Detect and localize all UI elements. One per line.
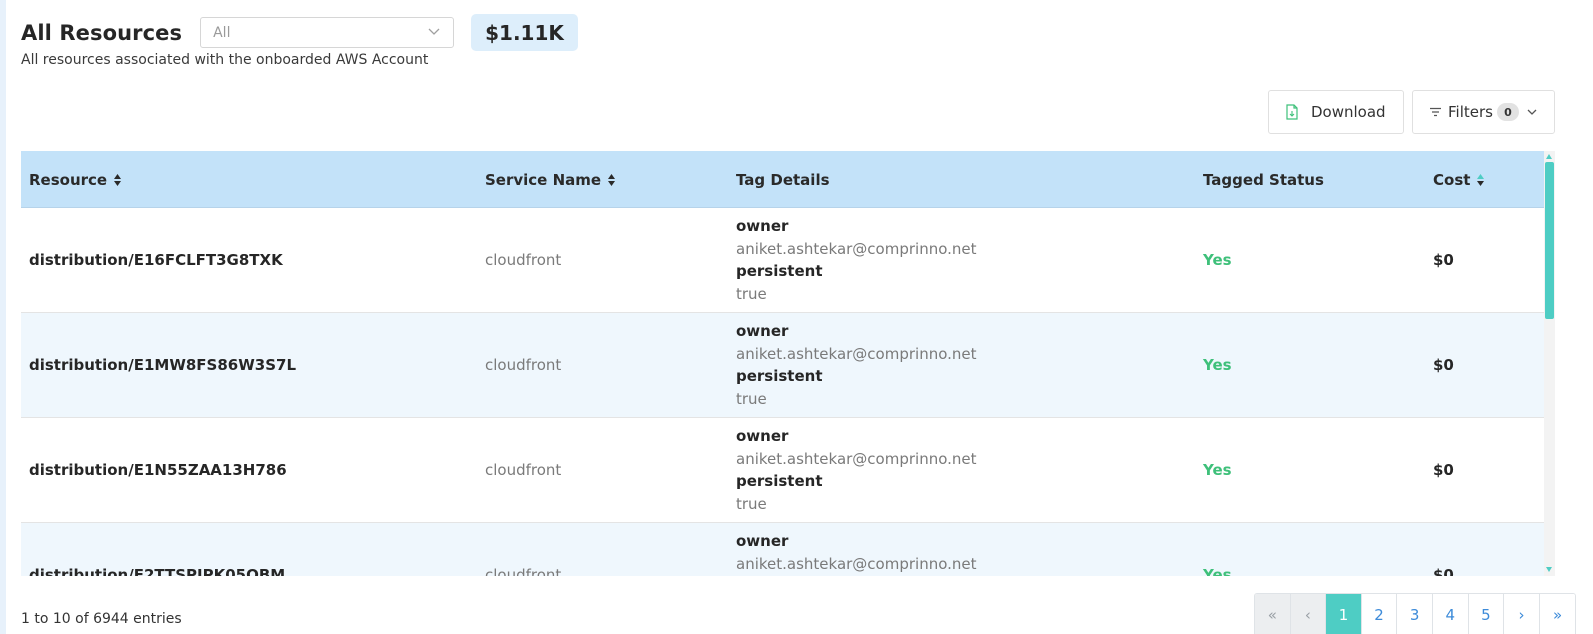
filters-label: Filters <box>1448 103 1493 121</box>
table-row[interactable]: distribution/E1N55ZAA13H786 cloudfront o… <box>21 418 1544 523</box>
page-next-button[interactable]: › <box>1504 594 1540 634</box>
column-header-service-name[interactable]: Service Name <box>485 151 616 208</box>
sort-icon[interactable] <box>607 173 616 187</box>
page-1-button[interactable]: 1 <box>1326 594 1362 634</box>
tag-key: owner <box>736 217 789 235</box>
tag-key: owner <box>736 532 789 550</box>
tag-key: persistent <box>736 262 823 280</box>
cost-cell: $0 <box>1433 251 1454 269</box>
download-button[interactable]: Download <box>1268 90 1404 134</box>
table-header: Resource Service Name Tag Details Tagged… <box>21 151 1544 208</box>
tag-key: owner <box>736 427 789 445</box>
cost-cell: $0 <box>1433 566 1454 576</box>
filter-icon <box>1429 107 1442 117</box>
tag-key: persistent <box>736 472 823 490</box>
resource-cell: distribution/E16FCLFT3G8TXK <box>29 251 283 269</box>
table-row[interactable]: distribution/E16FCLFT3G8TXK cloudfront o… <box>21 208 1544 313</box>
tag-key: persistent <box>736 367 823 385</box>
tagged-status-cell: Yes <box>1203 356 1232 374</box>
sort-icon[interactable] <box>113 173 122 187</box>
pagination: « ‹ 1 2 3 4 5 › » <box>1254 593 1577 634</box>
tag-value: aniket.ashtekar@comprinno.net <box>736 449 977 468</box>
page-prev-button[interactable]: ‹ <box>1290 594 1327 634</box>
tagged-status-cell: Yes <box>1203 566 1232 576</box>
tagged-status-cell: Yes <box>1203 461 1232 479</box>
resources-table: Resource Service Name Tag Details Tagged… <box>21 151 1555 576</box>
tag-key: owner <box>736 322 789 340</box>
entries-info: 1 to 10 of 6944 entries <box>21 611 182 627</box>
service-cell: cloudfront <box>485 251 562 269</box>
tag-value: aniket.ashtekar@comprinno.net <box>736 554 977 573</box>
tag-key: persistent <box>736 575 823 576</box>
total-cost-badge: $1.11K <box>471 14 578 51</box>
tag-value: true <box>736 494 767 513</box>
column-header-tagged-status: Tagged Status <box>1203 170 1324 189</box>
page-subtitle: All resources associated with the onboar… <box>21 52 429 68</box>
tag-details-cell: owner aniket.ashtekar@comprinno.net pers… <box>736 313 977 417</box>
service-cell: cloudfront <box>485 356 562 374</box>
scroll-down-arrow-icon[interactable] <box>1546 567 1552 572</box>
filters-count-badge: 0 <box>1496 103 1519 121</box>
column-header-cost[interactable]: Cost <box>1433 151 1485 208</box>
column-header-tag-details: Tag Details <box>736 170 830 189</box>
page-5-button[interactable]: 5 <box>1468 594 1505 634</box>
page-header: All Resources All $1.11K <box>21 14 578 51</box>
resource-filter-value: All <box>213 24 231 41</box>
left-rail <box>0 0 6 634</box>
table-row[interactable]: distribution/E2TTSPIPK05OBM cloudfront o… <box>21 523 1544 576</box>
tag-details-cell: owner aniket.ashtekar@comprinno.net pers… <box>736 418 977 522</box>
chevron-down-icon <box>1527 108 1537 116</box>
table-body: distribution/E16FCLFT3G8TXK cloudfront o… <box>21 208 1544 576</box>
chevron-down-icon <box>427 24 441 42</box>
resource-cell: distribution/E1MW8FS86W3S7L <box>29 356 297 374</box>
page-2-button[interactable]: 2 <box>1361 594 1398 634</box>
download-label: Download <box>1311 103 1386 121</box>
page-3-button[interactable]: 3 <box>1397 594 1433 634</box>
column-header-resource[interactable]: Resource <box>29 151 122 208</box>
tag-value: true <box>736 284 767 303</box>
resource-cell: distribution/E2TTSPIPK05OBM <box>29 566 286 576</box>
resource-cell: distribution/E1N55ZAA13H786 <box>29 461 287 479</box>
filters-button[interactable]: Filters 0 <box>1412 90 1555 134</box>
page-4-button[interactable]: 4 <box>1432 594 1469 634</box>
page-title: All Resources <box>21 20 183 45</box>
page-first-button[interactable]: « <box>1255 594 1291 634</box>
tag-details-cell: owner aniket.ashtekar@comprinno.net pers… <box>736 208 977 312</box>
service-cell: cloudfront <box>485 566 562 576</box>
scrollbar-thumb[interactable] <box>1545 162 1554 319</box>
tagged-status-cell: Yes <box>1203 251 1232 269</box>
page-last-button[interactable]: » <box>1539 594 1576 634</box>
tag-value: aniket.ashtekar@comprinno.net <box>736 239 977 258</box>
sort-icon[interactable] <box>1476 173 1485 187</box>
scroll-up-arrow-icon[interactable] <box>1546 154 1552 159</box>
tag-value: aniket.ashtekar@comprinno.net <box>736 344 977 363</box>
table-scrollbar[interactable] <box>1544 151 1555 576</box>
resource-filter-select[interactable]: All <box>200 17 455 48</box>
service-cell: cloudfront <box>485 461 562 479</box>
tag-value: true <box>736 389 767 408</box>
table-row[interactable]: distribution/E1MW8FS86W3S7L cloudfront o… <box>21 313 1544 418</box>
cost-cell: $0 <box>1433 461 1454 479</box>
cost-cell: $0 <box>1433 356 1454 374</box>
file-download-icon <box>1285 104 1299 120</box>
tag-details-cell: owner aniket.ashtekar@comprinno.net pers… <box>736 523 977 576</box>
